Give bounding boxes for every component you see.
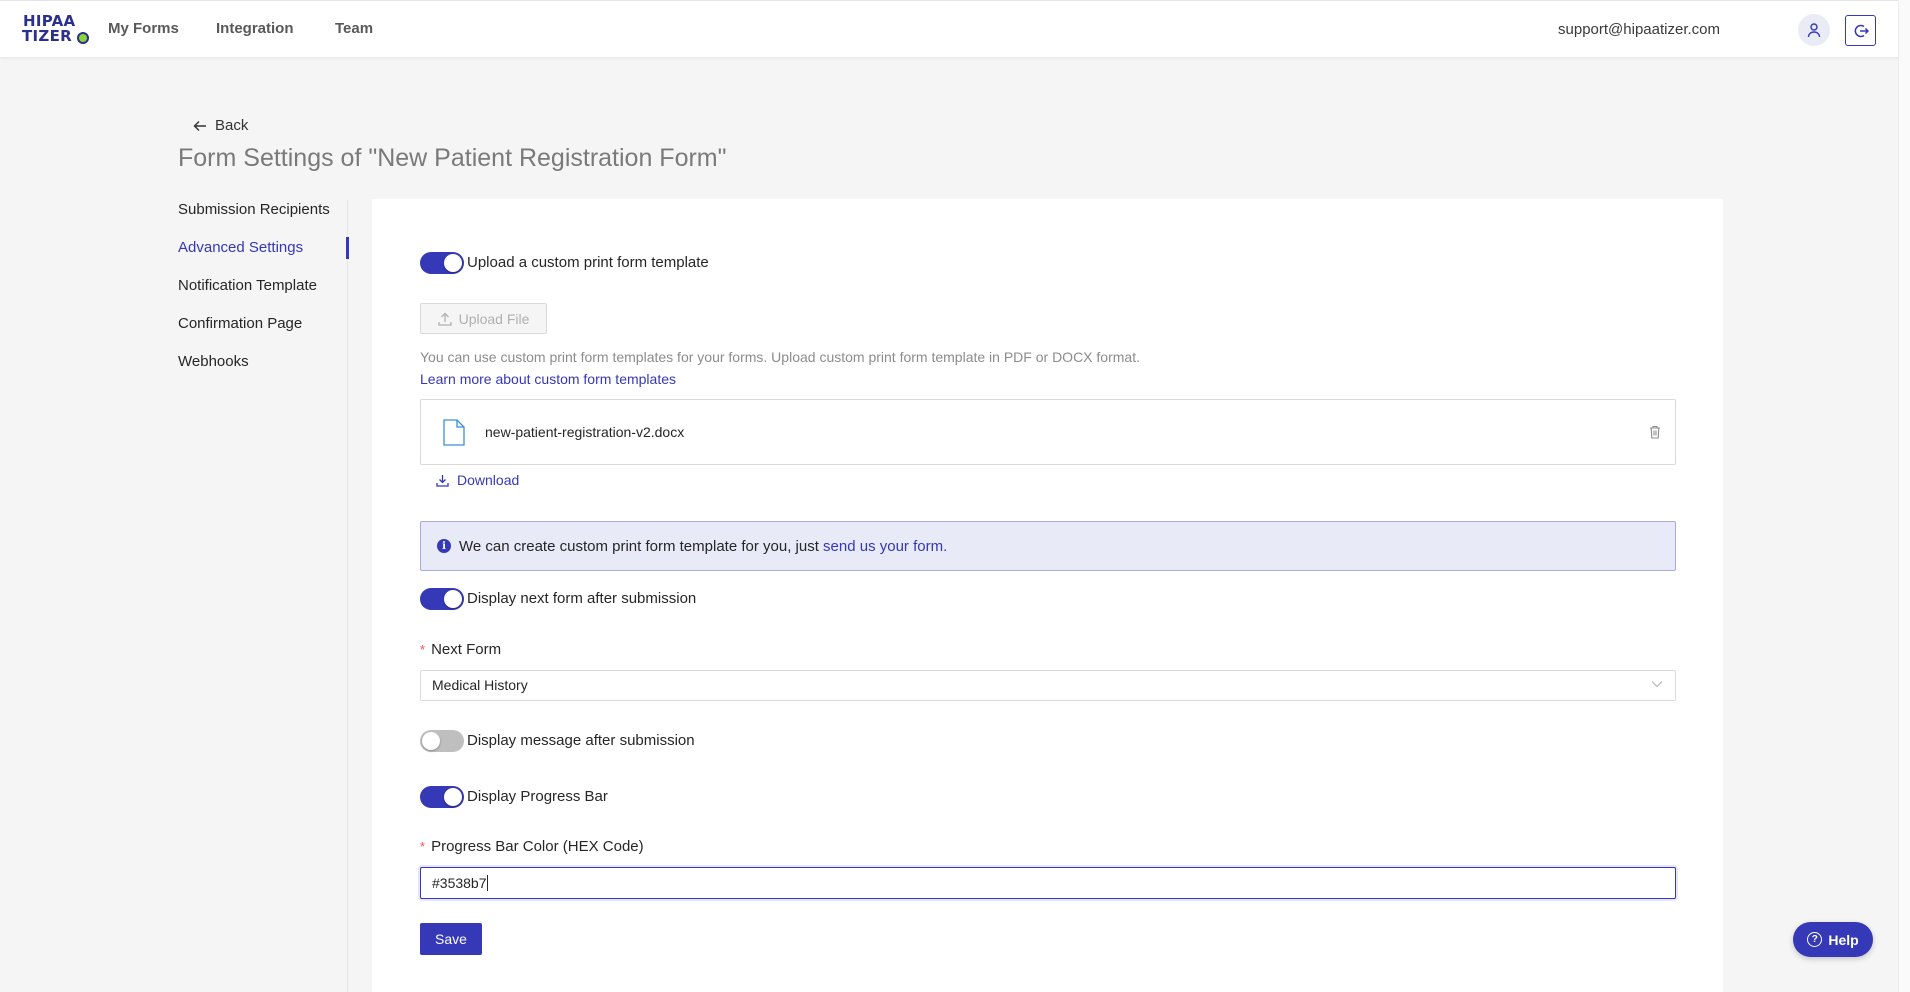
account-email: support@hipaatizer.com (1558, 21, 1720, 38)
message-after-submission-toggle[interactable] (420, 730, 464, 752)
top-header: HIPAA TIZER My Forms Integration Team su… (0, 0, 1910, 57)
next-form-select[interactable]: Medical History (420, 670, 1676, 701)
text-caret (486, 875, 488, 891)
required-mark: * (420, 839, 426, 854)
side-item-submission-recipients[interactable]: Submission Recipients (178, 195, 348, 233)
uploaded-file-item: new-patient-registration-v2.docx (420, 399, 1676, 465)
next-form-select-value: Medical History (432, 677, 528, 693)
upload-file-label: Upload File (458, 310, 530, 327)
hipaatizer-logo[interactable]: HIPAA TIZER (22, 14, 90, 46)
side-menu-divider (347, 200, 348, 992)
arrow-left-icon (193, 120, 206, 131)
upload-icon (437, 312, 452, 326)
progress-bar-color-label: * Progress Bar Color (HEX Code) (420, 838, 644, 855)
nav-integration[interactable]: Integration (216, 20, 294, 37)
help-label: Help (1828, 931, 1859, 948)
next-form-toggle[interactable] (420, 588, 464, 610)
side-item-advanced-settings[interactable]: Advanced Settings (178, 233, 348, 271)
logout-icon (1854, 24, 1869, 37)
logout-button[interactable] (1845, 15, 1876, 46)
progress-bar-toggle-label: Display Progress Bar (467, 788, 608, 805)
message-after-submission-label: Display message after submission (467, 732, 695, 749)
trash-icon[interactable] (1649, 425, 1661, 439)
side-item-webhooks[interactable]: Webhooks (178, 347, 348, 385)
active-item-indicator (346, 237, 349, 259)
custom-template-toggle-label: Upload a custom print form template (467, 254, 709, 271)
chevron-down-icon (1651, 681, 1663, 688)
logo-text-line2: TIZER (22, 27, 72, 45)
info-icon: i (437, 539, 451, 553)
back-link[interactable]: Back (193, 117, 248, 134)
required-mark: * (420, 642, 426, 657)
custom-template-info-alert: i We can create custom print form templa… (420, 521, 1676, 571)
question-icon: ? (1807, 932, 1823, 947)
nav-my-forms[interactable]: My Forms (108, 20, 179, 37)
next-form-toggle-label: Display next form after submission (467, 590, 697, 607)
download-link[interactable]: Download (436, 472, 519, 488)
page-title: Form Settings of "New Patient Registrati… (178, 144, 727, 172)
learn-more-link[interactable]: Learn more about custom form templates (420, 371, 676, 387)
logo-dot-icon (77, 32, 89, 44)
side-item-notification-template[interactable]: Notification Template (178, 271, 348, 309)
page-scrollbar[interactable] (1898, 0, 1910, 992)
progress-bar-toggle[interactable] (420, 786, 464, 808)
help-button[interactable]: ? Help (1793, 922, 1873, 957)
user-icon (1807, 23, 1821, 38)
custom-template-toggle[interactable] (420, 252, 464, 274)
save-button[interactable]: Save (420, 923, 482, 955)
document-icon (443, 419, 465, 446)
back-label: Back (215, 117, 249, 134)
info-text: We can create custom print form template… (459, 538, 948, 555)
settings-side-menu: Submission Recipients Advanced Settings … (178, 195, 348, 385)
progress-bar-color-input[interactable]: #3538b7 (420, 867, 1676, 899)
download-label: Download (457, 472, 520, 488)
file-name: new-patient-registration-v2.docx (485, 424, 685, 440)
nav-team[interactable]: Team (335, 20, 373, 37)
next-form-label: * Next Form (420, 641, 502, 658)
side-item-confirmation-page[interactable]: Confirmation Page (178, 309, 348, 347)
template-help-text: You can use custom print form templates … (420, 349, 1140, 365)
progress-bar-color-value: #3538b7 (432, 875, 488, 891)
send-us-form-link[interactable]: send us your form. (823, 538, 947, 555)
download-icon (436, 474, 449, 487)
user-profile-button[interactable] (1798, 14, 1830, 46)
upload-file-button[interactable]: Upload File (420, 303, 547, 334)
